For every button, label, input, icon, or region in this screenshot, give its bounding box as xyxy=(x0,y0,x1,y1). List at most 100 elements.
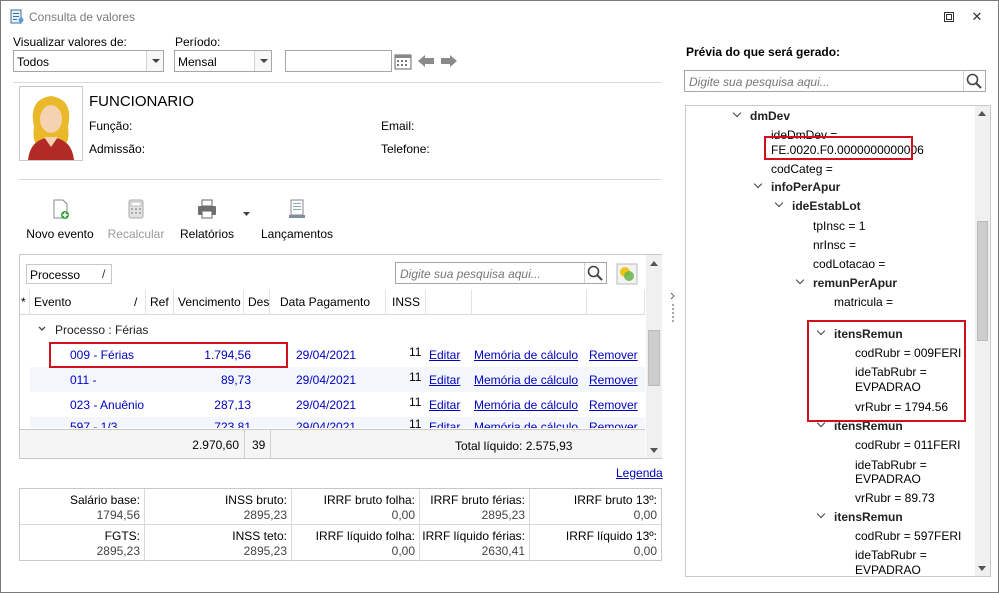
group-by-panel[interactable]: Processo / xyxy=(26,264,112,284)
remover-link[interactable]: Remover xyxy=(589,420,638,428)
tree-node[interactable]: codLotacao = xyxy=(813,257,885,271)
calendar-icon[interactable] xyxy=(394,52,412,70)
col-data-pagamento[interactable]: Data Pagamento xyxy=(270,290,386,315)
chevron-down-icon[interactable] xyxy=(755,181,763,189)
tree-node[interactable]: vrRubr = 89.73 xyxy=(855,491,935,505)
search-button[interactable] xyxy=(584,263,606,283)
tree-node[interactable]: codRubr = 597FERI xyxy=(855,529,961,543)
group-row[interactable]: Processo : Férias xyxy=(20,316,645,342)
total-cell: IRRF líquido folha: 0,00 xyxy=(292,525,420,561)
editar-link[interactable]: Editar xyxy=(429,348,460,362)
col-vencimento[interactable]: Vencimento xyxy=(174,290,244,315)
search-button[interactable] xyxy=(963,71,985,91)
recalcular-button[interactable]: Recalcular xyxy=(105,198,167,241)
total-cell: IRRF bruto folha: 0,00 xyxy=(292,489,420,525)
scroll-up-icon[interactable] xyxy=(650,261,658,266)
tree-node[interactable]: nrInsc = xyxy=(813,238,856,252)
table-row[interactable]: 023 - Anuênio 287,13 29/04/2021 11 Edita… xyxy=(30,392,645,417)
visualizar-select[interactable]: Todos xyxy=(13,50,164,72)
chevron-down-icon[interactable] xyxy=(254,51,271,71)
novo-evento-button[interactable]: Novo evento xyxy=(25,198,95,241)
grid-scrollbar[interactable] xyxy=(646,255,662,458)
tree-node[interactable]: ideTabRubr = xyxy=(855,458,927,472)
preview-search-input[interactable]: Digite sua pesquisa aqui... xyxy=(684,70,986,92)
chevron-down-icon[interactable] xyxy=(797,277,805,285)
data-cell: 29/04/2021 xyxy=(296,348,357,362)
scroll-down-icon[interactable] xyxy=(978,566,986,571)
email-label: Email: xyxy=(381,119,415,133)
chevron-down-icon[interactable] xyxy=(243,212,250,217)
remover-link[interactable]: Remover xyxy=(589,398,638,412)
tree-node[interactable]: tpInsc = 1 xyxy=(813,219,865,233)
total-cell: IRRF bruto 13º: 0,00 xyxy=(530,489,661,525)
tree-node[interactable]: codCateg = xyxy=(771,162,833,176)
periodo-label: Período: xyxy=(175,35,221,49)
close-icon[interactable]: ✕ xyxy=(967,7,987,27)
totals-table: Salário base: 1794,56 INSS bruto: 2895,23 … xyxy=(19,488,662,561)
tree-node[interactable]: matricula = xyxy=(834,295,893,309)
arrow-right-icon[interactable] xyxy=(440,53,458,69)
tree-node[interactable]: dmDev xyxy=(750,109,790,123)
grid-footer: 2.970,60 39 Total líquido: 2.575,93 xyxy=(20,429,645,458)
printer-icon xyxy=(198,199,216,219)
date-input[interactable] xyxy=(285,50,392,72)
periodo-select[interactable]: Mensal xyxy=(174,50,272,72)
tree-node[interactable]: itensRemun xyxy=(834,510,903,524)
remover-link[interactable]: Remover xyxy=(589,348,638,362)
tree-node[interactable]: ideTabRubr = xyxy=(855,548,927,562)
row-selector-header: * xyxy=(20,290,30,315)
restore-icon[interactable] xyxy=(939,7,959,27)
splitter-handle[interactable] xyxy=(669,291,677,327)
memoria-calculo-link[interactable]: Memória de cálculo xyxy=(474,348,578,362)
relatorios-button[interactable]: Relatórios xyxy=(175,198,239,241)
col-des[interactable]: Des xyxy=(244,290,270,315)
scroll-up-icon[interactable] xyxy=(978,111,986,116)
chevron-down-icon[interactable] xyxy=(734,110,742,118)
scroll-thumb[interactable] xyxy=(977,221,988,341)
chevron-down-icon[interactable] xyxy=(38,326,46,332)
recalcular-label: Recalcular xyxy=(107,227,165,241)
scroll-thumb[interactable] xyxy=(648,330,660,386)
relatorios-label: Relatórios xyxy=(179,227,235,241)
lancamentos-button[interactable]: Lançamentos xyxy=(259,198,335,241)
memoria-calculo-link[interactable]: Memória de cálculo xyxy=(474,398,578,412)
editar-link[interactable]: Editar xyxy=(429,373,460,387)
table-row[interactable]: 597 - 1/3 723,81 29/04/2021 11 Editar Me… xyxy=(30,417,645,428)
tree-node[interactable]: ideEstabLot xyxy=(792,199,861,213)
inss-cell: 11 xyxy=(409,417,422,428)
grid-search-input[interactable]: Digite sua pesquisa aqui... xyxy=(395,262,607,284)
col-inss[interactable]: INSS xyxy=(386,290,426,315)
funcao-label: Função: xyxy=(89,119,133,133)
calculator-icon xyxy=(128,199,144,219)
data-cell: 29/04/2021 xyxy=(296,398,357,412)
inss-cell: 11 xyxy=(409,345,422,359)
chevron-down-icon[interactable] xyxy=(146,51,163,71)
arrow-left-icon[interactable] xyxy=(417,53,435,69)
total-cell: INSS teto: 2895,23 xyxy=(145,525,292,561)
total-cell: IRRF líquido férias: 2630,41 xyxy=(420,525,530,561)
col-memoria xyxy=(472,290,587,315)
chevron-down-icon[interactable] xyxy=(776,200,784,208)
legenda-link[interactable]: Legenda xyxy=(616,466,663,480)
col-evento[interactable]: Evento / xyxy=(30,290,146,315)
tree-node[interactable]: infoPerApur xyxy=(771,180,840,194)
memoria-calculo-link[interactable]: Memória de cálculo xyxy=(474,420,578,428)
window-title: Consulta de valores xyxy=(29,10,136,24)
new-document-icon xyxy=(53,199,69,219)
tree-scrollbar[interactable] xyxy=(975,106,990,576)
scroll-down-icon[interactable] xyxy=(650,448,658,453)
editar-link[interactable]: Editar xyxy=(429,398,460,412)
table-row[interactable]: 011 - 89,73 29/04/2021 11 Editar Memória… xyxy=(30,367,645,392)
filter-icon[interactable] xyxy=(616,263,638,285)
tree-node[interactable]: remunPerApur xyxy=(813,276,897,290)
editar-link[interactable]: Editar xyxy=(429,420,460,428)
memoria-calculo-link[interactable]: Memória de cálculo xyxy=(474,373,578,387)
highlight-box xyxy=(764,136,913,160)
evento-cell: 023 - Anuênio xyxy=(70,398,145,412)
remover-link[interactable]: Remover xyxy=(589,373,638,387)
chevron-down-icon[interactable] xyxy=(818,511,826,519)
search-icon xyxy=(966,73,982,89)
tree-node[interactable]: codRubr = 011FERI xyxy=(855,438,961,452)
preview-search-placeholder: Digite sua pesquisa aqui... xyxy=(689,75,830,89)
col-ref[interactable]: Ref xyxy=(146,290,174,315)
